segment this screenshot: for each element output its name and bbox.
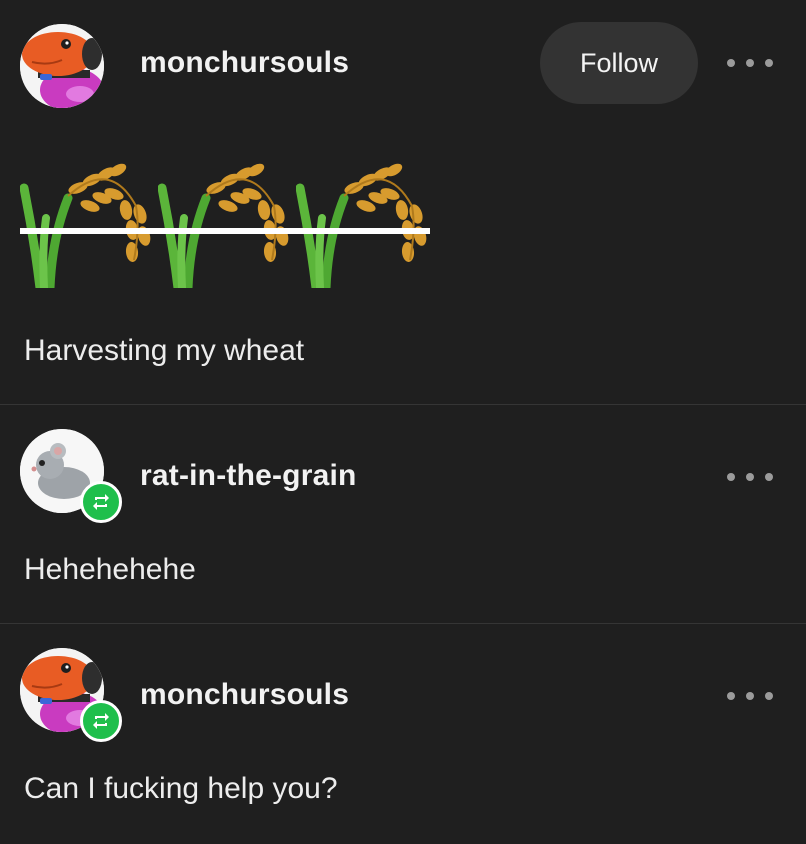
- strikethrough-line: [20, 228, 430, 234]
- wheat-icon: [158, 163, 289, 288]
- bug-avatar-icon: [20, 24, 104, 108]
- post-text: Hehehehehe: [24, 553, 196, 586]
- post-username[interactable]: monchursouls: [140, 678, 349, 712]
- wheat-icon: [20, 163, 151, 288]
- post-1: monchursouls Follow Harvesting my wheat: [0, 0, 806, 404]
- post-image: [20, 148, 435, 288]
- follow-button[interactable]: Follow: [540, 22, 698, 104]
- post-2: rat-in-the-grain Hehehehehe: [0, 405, 806, 623]
- avatar-monchursouls[interactable]: [20, 24, 104, 108]
- post-text: Harvesting my wheat: [24, 334, 305, 367]
- more-options-icon[interactable]: [727, 467, 773, 487]
- reblog-icon: [80, 700, 122, 742]
- post-username[interactable]: rat-in-the-grain: [140, 459, 357, 493]
- wheat-icon: [296, 163, 427, 288]
- more-options-icon[interactable]: [727, 53, 773, 73]
- post-username[interactable]: monchursouls: [140, 46, 349, 80]
- post-text: Can I fucking help you?: [24, 772, 338, 805]
- reblog-icon: [80, 481, 122, 523]
- post-3: monchursouls Can I fucking help you?: [0, 624, 806, 844]
- more-options-icon[interactable]: [727, 686, 773, 706]
